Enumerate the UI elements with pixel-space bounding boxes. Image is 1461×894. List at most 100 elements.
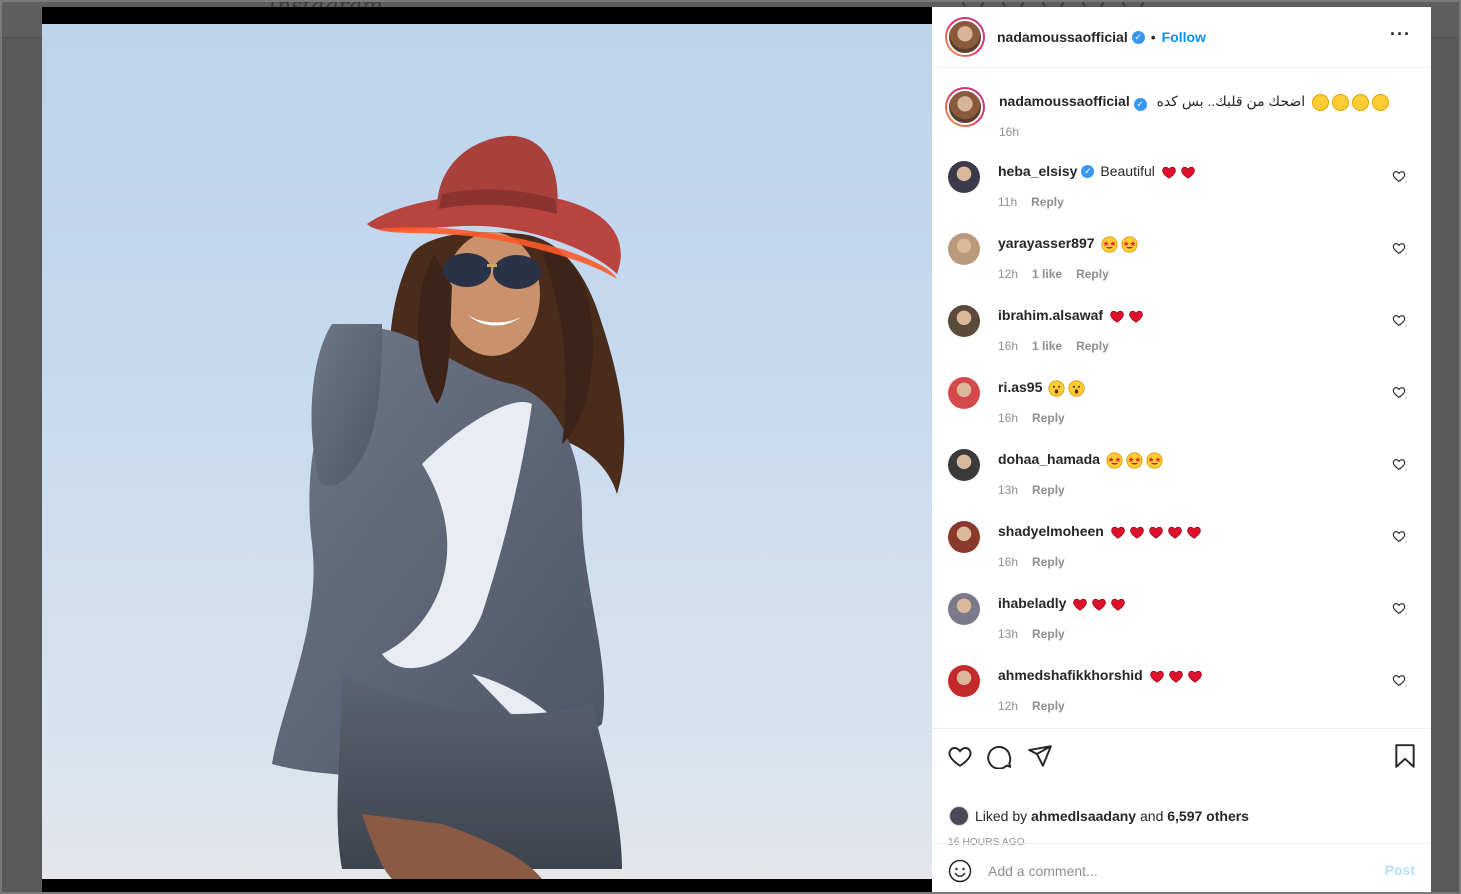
emoji-smile-icon[interactable] xyxy=(948,859,972,883)
follow-button[interactable]: Follow xyxy=(1162,29,1206,45)
comment-like-heart-icon[interactable] xyxy=(1392,241,1406,255)
red-heart-icon xyxy=(1109,308,1125,323)
comment-item: yarayasser897 12h 1 like Reply xyxy=(948,231,1415,291)
commenter-avatar[interactable] xyxy=(948,521,980,553)
commenter-username[interactable]: ri.as95 xyxy=(998,379,1042,395)
red-heart-icon xyxy=(1167,524,1183,539)
author-username[interactable]: nadamoussaofficial xyxy=(997,29,1128,45)
verified-badge-icon: ✓ xyxy=(1081,164,1095,178)
post-comment-button[interactable]: Post xyxy=(1385,862,1415,878)
comment-time[interactable]: 16h xyxy=(998,411,1018,425)
post-photo[interactable] xyxy=(42,24,932,879)
more-options-icon[interactable]: ··· xyxy=(1390,24,1411,45)
star-struck-face-icon xyxy=(1146,451,1163,469)
like-heart-icon[interactable] xyxy=(947,743,973,769)
commenter-avatar[interactable] xyxy=(948,233,980,265)
verified-badge-icon: ✓ xyxy=(1131,30,1145,44)
caption-emoji xyxy=(1309,93,1390,111)
red-heart-icon xyxy=(1128,308,1144,323)
red-heart-icon xyxy=(1110,524,1126,539)
comment-icon[interactable] xyxy=(987,743,1013,769)
liked-by-prefix: Liked by xyxy=(975,808,1028,824)
comment-like-heart-icon[interactable] xyxy=(1392,385,1406,399)
liked-by-user[interactable]: ahmedlsaadany xyxy=(1031,808,1136,824)
comment-time[interactable]: 16h xyxy=(998,555,1018,569)
comment-item: ibrahim.alsawaf 16h 1 like Reply xyxy=(948,303,1415,363)
red-heart-icon xyxy=(1149,668,1165,683)
caption: nadamoussaofficial ✓ اضحك من قلبك.. بس كد… xyxy=(945,87,1390,139)
comment-time[interactable]: 13h xyxy=(998,483,1018,497)
comment-time[interactable]: 16h xyxy=(998,339,1018,353)
comment-item: ihabeladly 13h Reply xyxy=(948,591,1415,651)
reply-button[interactable]: Reply xyxy=(1031,195,1064,209)
commenter-username[interactable]: heba_elsisy xyxy=(998,163,1077,179)
hushed-face-icon xyxy=(1068,379,1085,397)
post-header: nadamoussaofficial ✓ • Follow ··· xyxy=(932,7,1431,68)
caption-author-avatar[interactable] xyxy=(945,87,985,127)
red-heart-icon xyxy=(1091,596,1107,611)
reply-button[interactable]: Reply xyxy=(1032,699,1065,713)
reply-button[interactable]: Reply xyxy=(1032,483,1065,497)
comment-like-heart-icon[interactable] xyxy=(1392,673,1406,687)
comment-like-heart-icon[interactable] xyxy=(1392,457,1406,471)
commenter-username[interactable]: dohaa_hamada xyxy=(998,451,1100,467)
share-icon[interactable] xyxy=(1027,743,1053,769)
caption-time: 16h xyxy=(999,125,1020,139)
comment-time[interactable]: 12h xyxy=(998,267,1018,281)
commenter-username[interactable]: ibrahim.alsawaf xyxy=(998,307,1103,323)
reply-button[interactable]: Reply xyxy=(1032,627,1065,641)
red-heart-icon xyxy=(1148,524,1164,539)
comment-likes[interactable]: 1 like xyxy=(1032,339,1062,353)
reply-button[interactable]: Reply xyxy=(1032,411,1065,425)
save-bookmark-icon[interactable] xyxy=(1392,743,1418,769)
red-heart-icon xyxy=(1110,596,1126,611)
reply-button[interactable]: Reply xyxy=(1032,555,1065,569)
author-avatar[interactable] xyxy=(945,17,985,57)
post-actions: Liked by ahmedlsaadany and 6,597 others … xyxy=(932,728,1431,894)
comment-item: ahmedshafikkhorshid 12h Reply xyxy=(948,663,1415,723)
comment-time[interactable]: 11h xyxy=(998,195,1017,209)
commenter-username[interactable]: shadyelmoheen xyxy=(998,523,1104,539)
comment-time[interactable]: 13h xyxy=(998,627,1018,641)
star-struck-face-icon xyxy=(1106,451,1123,469)
hushed-face-icon xyxy=(1048,379,1065,397)
comments-list[interactable]: nadamoussaofficial ✓ اضحك من قلبك.. بس كد… xyxy=(932,69,1431,728)
add-comment-row: Post xyxy=(932,843,1431,894)
commenter-username[interactable]: ihabeladly xyxy=(998,595,1066,611)
reply-button[interactable]: Reply xyxy=(1076,339,1109,353)
caption-line: nadamoussaofficial ✓ اضحك من قلبك.. بس كد… xyxy=(999,93,1390,111)
red-heart-icon xyxy=(1161,164,1177,179)
liked-by-others[interactable]: 6,597 others xyxy=(1167,808,1249,824)
commenter-avatar[interactable] xyxy=(948,161,980,193)
star-struck-face-icon xyxy=(1126,451,1143,469)
commenter-avatar[interactable] xyxy=(948,593,980,625)
reply-button[interactable]: Reply xyxy=(1076,267,1109,281)
star-struck-face-icon xyxy=(1100,235,1118,253)
post-photo-illustration xyxy=(272,135,625,879)
post-modal: nadamoussaofficial ✓ • Follow ··· nadamo… xyxy=(42,7,1431,894)
commenter-username[interactable]: ahmedshafikkhorshid xyxy=(998,667,1143,683)
comment-like-heart-icon[interactable] xyxy=(1392,169,1406,183)
red-heart-icon xyxy=(1187,668,1203,683)
commenter-avatar[interactable] xyxy=(948,305,980,337)
comment-like-heart-icon[interactable] xyxy=(1392,313,1406,327)
add-comment-input[interactable] xyxy=(988,856,1368,886)
red-heart-icon xyxy=(1072,596,1088,611)
comment-like-heart-icon[interactable] xyxy=(1392,529,1406,543)
caption-username[interactable]: nadamoussaofficial xyxy=(999,93,1130,109)
liked-by-and: and xyxy=(1140,808,1164,824)
smiling-face-icon xyxy=(1372,93,1390,111)
commenter-avatar[interactable] xyxy=(948,377,980,409)
verified-badge-icon: ✓ xyxy=(1133,98,1147,111)
commenter-avatar[interactable] xyxy=(948,449,980,481)
comment-like-heart-icon[interactable] xyxy=(1392,601,1406,615)
comment-time[interactable]: 12h xyxy=(998,699,1018,713)
red-heart-icon xyxy=(1186,524,1202,539)
commenter-avatar[interactable] xyxy=(948,665,980,697)
comment-item: shadyelmoheen 16h Reply xyxy=(948,519,1415,579)
commenter-username[interactable]: yarayasser897 xyxy=(998,235,1095,251)
liker-avatar[interactable] xyxy=(949,806,969,826)
header-separator: • xyxy=(1150,29,1156,45)
comment-likes[interactable]: 1 like xyxy=(1032,267,1062,281)
comment-item: heba_elsisy ✓ Beautiful 11h Reply xyxy=(948,159,1415,219)
